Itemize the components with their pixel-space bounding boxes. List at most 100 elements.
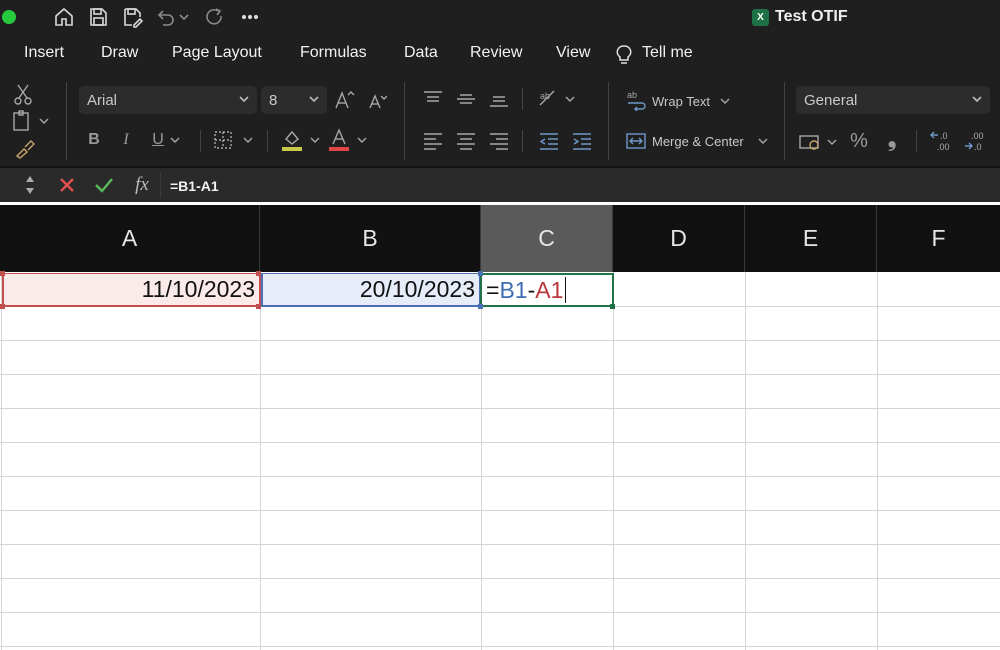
ribbon-divider [784, 82, 785, 160]
gridline [0, 442, 1000, 443]
gridline [0, 578, 1000, 579]
ribbon-divider [200, 130, 201, 152]
tab-view[interactable]: View [556, 44, 590, 62]
gridline [0, 544, 1000, 545]
chevron-down-icon[interactable] [718, 94, 732, 108]
tab-draw[interactable]: Draw [101, 44, 138, 62]
formula-operator: - [527, 276, 536, 303]
decrease-indent-icon[interactable] [537, 130, 561, 152]
more-icon[interactable] [237, 5, 263, 29]
gridline [0, 646, 1000, 647]
undo-icon[interactable] [152, 5, 178, 29]
format-painter-icon[interactable] [12, 136, 38, 160]
align-middle-icon[interactable] [454, 88, 478, 110]
chevron-down-icon [972, 96, 982, 103]
gridline [745, 272, 746, 650]
font-size-select[interactable]: 8 [261, 86, 327, 114]
save-icon[interactable] [85, 5, 111, 29]
paste-icon[interactable] [8, 108, 52, 134]
tab-page-layout[interactable]: Page Layout [172, 44, 262, 62]
column-header-c[interactable]: C [481, 205, 613, 272]
bold-button[interactable]: B [84, 128, 104, 152]
align-center-icon[interactable] [454, 130, 478, 152]
merge-center-icon[interactable] [624, 130, 648, 152]
gridline [0, 408, 1000, 409]
chevron-down-icon [309, 96, 319, 103]
column-header-d[interactable]: D [613, 205, 745, 272]
svg-text:ab: ab [540, 91, 550, 101]
column-header-b[interactable]: B [260, 205, 481, 272]
ref-handle[interactable] [478, 304, 483, 309]
column-header-f[interactable]: F [877, 205, 1000, 272]
ref-handle[interactable] [0, 271, 5, 276]
increase-decimal-icon[interactable]: .0.00 [928, 128, 956, 154]
tab-review[interactable]: Review [470, 44, 522, 62]
svg-text:.0: .0 [974, 142, 982, 152]
gridline [0, 340, 1000, 341]
font-name-select[interactable]: Arial [79, 86, 257, 114]
column-header-e[interactable]: E [745, 205, 877, 272]
orientation-icon[interactable]: ab [536, 86, 580, 112]
formula-ref-b1: B1 [499, 276, 528, 303]
borders-icon[interactable] [212, 128, 256, 152]
align-right-icon[interactable] [487, 130, 511, 152]
title-bar: X Test OTIF [0, 0, 1000, 34]
formula-ref-a1: A1 [535, 276, 564, 303]
decrease-decimal-icon[interactable]: .00.0 [962, 128, 990, 154]
tab-formulas[interactable]: Formulas [300, 44, 367, 62]
redo-icon[interactable] [202, 5, 228, 29]
italic-button[interactable]: I [116, 128, 136, 152]
formula-bar: fx =B1-A1 [0, 166, 1000, 202]
wrap-text-button[interactable]: Wrap Text [652, 94, 710, 109]
save-as-icon[interactable] [119, 5, 145, 29]
increase-indent-icon[interactable] [570, 130, 594, 152]
enter-formula-icon[interactable] [92, 174, 116, 196]
decrease-font-size-icon[interactable] [366, 88, 388, 114]
comma-style-button[interactable]: ❟ [880, 126, 904, 152]
cell-a1[interactable]: 11/10/2023 [2, 273, 261, 307]
formula-equals: = [486, 276, 500, 303]
merge-center-button[interactable]: Merge & Center [652, 134, 744, 149]
wrap-text-icon[interactable]: ab [624, 88, 648, 112]
formula-bar-divider [160, 172, 161, 198]
ref-handle[interactable] [478, 271, 483, 276]
window-zoom-button[interactable] [2, 10, 16, 24]
increase-font-size-icon[interactable] [333, 86, 355, 114]
home-icon[interactable] [51, 5, 77, 29]
percent-style-button[interactable]: % [846, 128, 872, 154]
column-header-a[interactable]: A [0, 205, 260, 272]
lightbulb-icon [614, 44, 634, 71]
undo-dropdown-icon[interactable] [176, 5, 192, 29]
ribbon-divider [404, 82, 405, 160]
ribbon-divider [522, 88, 523, 110]
gridline [0, 612, 1000, 613]
cell-b1[interactable]: 20/10/2023 [261, 273, 481, 307]
chevron-down-icon[interactable] [756, 134, 770, 148]
cancel-formula-icon[interactable] [56, 174, 78, 196]
font-color-icon[interactable] [328, 126, 372, 154]
accounting-format-icon[interactable] [798, 130, 842, 154]
ref-handle[interactable] [0, 304, 5, 309]
cut-icon[interactable] [10, 82, 36, 106]
align-top-icon[interactable] [421, 88, 445, 110]
svg-text:.00: .00 [937, 142, 950, 152]
tell-me-search[interactable]: Tell me [642, 44, 693, 62]
tab-data[interactable]: Data [404, 44, 438, 62]
text-cursor [565, 277, 567, 303]
underline-button[interactable]: U [148, 128, 168, 152]
ref-handle[interactable] [256, 304, 261, 309]
insert-function-button[interactable]: fx [130, 172, 154, 198]
name-box-stepper[interactable] [22, 171, 38, 199]
align-left-icon[interactable] [421, 130, 445, 152]
menu-tabs: Insert Draw Page Layout Formulas Data Re… [0, 34, 1000, 74]
gridline [260, 272, 261, 650]
number-format-select[interactable]: General [796, 86, 990, 114]
tab-insert[interactable]: Insert [24, 44, 64, 62]
fill-color-icon[interactable] [280, 126, 324, 154]
cell-c1-editing[interactable]: = B1- A1 [480, 273, 614, 307]
chevron-down-icon[interactable] [168, 132, 182, 148]
align-bottom-icon[interactable] [487, 88, 511, 110]
fill-handle[interactable] [610, 304, 615, 309]
formula-input[interactable]: =B1-A1 [170, 178, 219, 194]
ref-handle[interactable] [256, 271, 261, 276]
